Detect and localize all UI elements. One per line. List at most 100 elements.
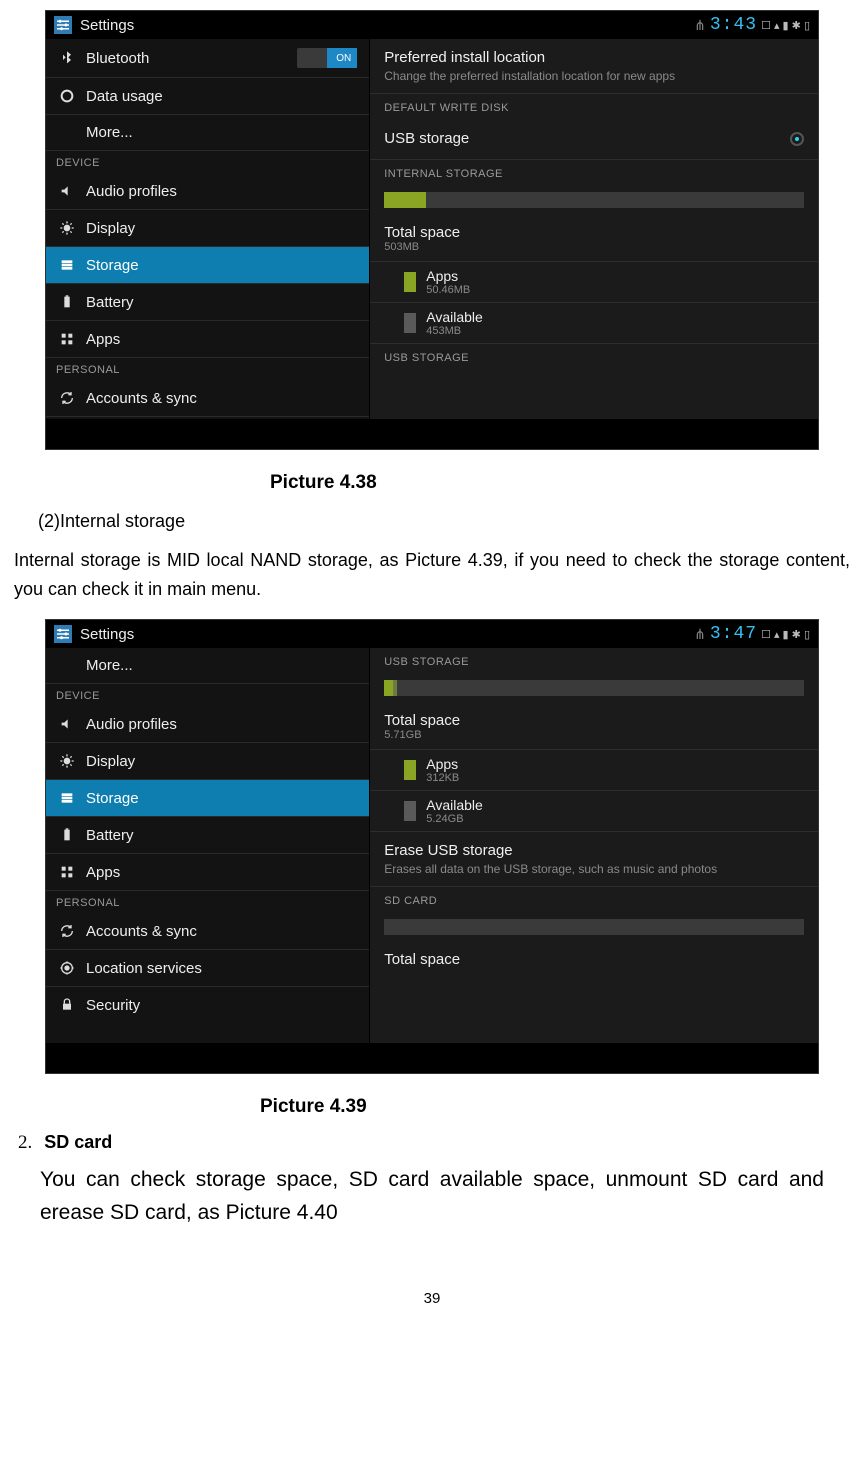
section-usb-storage: USB STORAGE [370, 648, 818, 672]
color-swatch-icon [404, 313, 416, 333]
apps-row[interactable]: Apps 312KB [370, 750, 818, 791]
figure-caption: Picture 4.39 [10, 1096, 854, 1118]
sidebar-item-label: Security [86, 997, 140, 1014]
metric-label: Available [426, 797, 483, 813]
color-swatch-icon [404, 272, 416, 292]
section-internal-storage: INTERNAL STORAGE [370, 160, 818, 184]
settings-sidebar: More... DEVICE Audio profiles Display St… [46, 648, 370, 1043]
sidebar-item-label: Data usage [86, 88, 163, 105]
settings-sidebar: Bluetooth ON Data usage More... DEVICE A… [46, 39, 370, 419]
display-icon [58, 752, 76, 770]
sidebar-item-label: Audio profiles [86, 716, 177, 733]
sync-icon [58, 389, 76, 407]
sidebar-item-data-usage[interactable]: Data usage [46, 78, 369, 115]
sidebar-item-label: Location services [86, 960, 202, 977]
sidebar-item-display[interactable]: Display [46, 210, 369, 247]
sidebar-item-label: Battery [86, 827, 134, 844]
storage-icon [58, 789, 76, 807]
settings-content: USB STORAGE Total space 5.71GB Apps 312K… [370, 648, 818, 1043]
available-row[interactable]: Available 5.24GB [370, 791, 818, 832]
storage-bar [370, 184, 818, 216]
sidebar-header-personal: PERSONAL [46, 891, 369, 913]
audio-icon [58, 182, 76, 200]
metric-label: Available [426, 309, 483, 325]
preferred-install-location[interactable]: Preferred install location Change the pr… [370, 39, 818, 94]
metric-value: 312KB [426, 772, 459, 784]
sidebar-item-audio-profiles[interactable]: Audio profiles [46, 706, 369, 743]
status-bar: Settings ⋔ 3:43 ☐ ▴ ▮ ✱ ▯ [46, 11, 818, 39]
total-space-row[interactable]: Total space 503MB [370, 216, 818, 262]
available-row[interactable]: Available 453MB [370, 303, 818, 344]
status-icons: ☐ ▴ ▮ ✱ ▯ [761, 628, 810, 641]
metric-value: 50.46MB [426, 284, 470, 296]
radio-selected-icon [790, 132, 804, 146]
status-clock: 3:47 [710, 624, 757, 644]
sidebar-item-security[interactable]: Security [46, 987, 369, 1023]
sync-icon [58, 922, 76, 940]
sidebar-item-display[interactable]: Display [46, 743, 369, 780]
settings-content: Preferred install location Change the pr… [370, 39, 818, 419]
section-default-write-disk: DEFAULT WRITE DISK [370, 94, 818, 118]
sidebar-item-label: Storage [86, 790, 139, 807]
sidebar-item-storage[interactable]: Storage [46, 780, 369, 817]
sidebar-item-location-services[interactable]: Location services [46, 950, 369, 987]
metric-label: Total space [384, 712, 804, 729]
sidebar-item-label: Display [86, 753, 135, 770]
sidebar-item-label: Battery [86, 294, 134, 311]
row-subtitle: Erases all data on the USB storage, such… [384, 862, 804, 876]
storage-icon [58, 256, 76, 274]
settings-app-icon [54, 16, 72, 34]
metric-label: Total space [384, 224, 804, 241]
metric-label: Apps [426, 756, 459, 772]
nav-bar [46, 419, 818, 449]
metric-value: 453MB [426, 325, 483, 337]
sidebar-item-more[interactable]: More... [46, 648, 369, 684]
metric-label: Total space [384, 951, 804, 968]
lock-icon [58, 996, 76, 1014]
sidebar-item-battery[interactable]: Battery [46, 817, 369, 854]
list-number: 2. [18, 1132, 32, 1154]
row-title: Erase USB storage [384, 842, 804, 859]
paragraph: Internal storage is MID local NAND stora… [10, 546, 854, 604]
bluetooth-icon [58, 49, 76, 67]
sidebar-header-device: DEVICE [46, 151, 369, 173]
list-item-sd-card: 2. SD card [10, 1132, 854, 1154]
sidebar-item-label: Bluetooth [86, 50, 149, 67]
status-title: Settings [80, 17, 134, 34]
location-icon [58, 959, 76, 977]
sidebar-item-label: Display [86, 220, 135, 237]
apps-icon [58, 330, 76, 348]
settings-app-icon [54, 625, 72, 643]
sd-storage-bar [370, 911, 818, 943]
section-usb-storage: USB STORAGE [370, 344, 818, 368]
display-icon [58, 219, 76, 237]
sidebar-item-audio-profiles[interactable]: Audio profiles [46, 173, 369, 210]
status-title: Settings [80, 626, 134, 643]
sidebar-item-storage[interactable]: Storage [46, 247, 369, 284]
sidebar-item-more[interactable]: More... [46, 115, 369, 151]
storage-bar [370, 672, 818, 704]
metric-value: 5.71GB [384, 729, 804, 741]
sd-total-space-row[interactable]: Total space [370, 943, 818, 976]
sidebar-item-label: Accounts & sync [86, 923, 197, 940]
sidebar-item-label: More... [86, 124, 133, 141]
sidebar-item-bluetooth[interactable]: Bluetooth ON [46, 39, 369, 78]
status-bar: Settings ⋔ 3:47 ☐ ▴ ▮ ✱ ▯ [46, 620, 818, 648]
audio-icon [58, 715, 76, 733]
apps-row[interactable]: Apps 50.46MB [370, 262, 818, 303]
total-space-row[interactable]: Total space 5.71GB [370, 704, 818, 750]
sidebar-item-apps[interactable]: Apps [46, 321, 369, 358]
erase-usb-storage[interactable]: Erase USB storage Erases all data on the… [370, 832, 818, 887]
option-usb-storage[interactable]: USB storage [370, 118, 818, 160]
sidebar-item-accounts-sync[interactable]: Accounts & sync [46, 380, 369, 417]
color-swatch-icon [404, 801, 416, 821]
page-number: 39 [10, 1290, 854, 1307]
sidebar-item-apps[interactable]: Apps [46, 854, 369, 891]
sidebar-item-accounts-sync[interactable]: Accounts & sync [46, 913, 369, 950]
usb-icon: ⋔ [694, 626, 706, 643]
bluetooth-toggle[interactable]: ON [297, 48, 357, 68]
sidebar-item-label: Accounts & sync [86, 390, 197, 407]
sidebar-item-label: Storage [86, 257, 139, 274]
status-icons: ☐ ▴ ▮ ✱ ▯ [761, 19, 810, 32]
sidebar-item-battery[interactable]: Battery [46, 284, 369, 321]
